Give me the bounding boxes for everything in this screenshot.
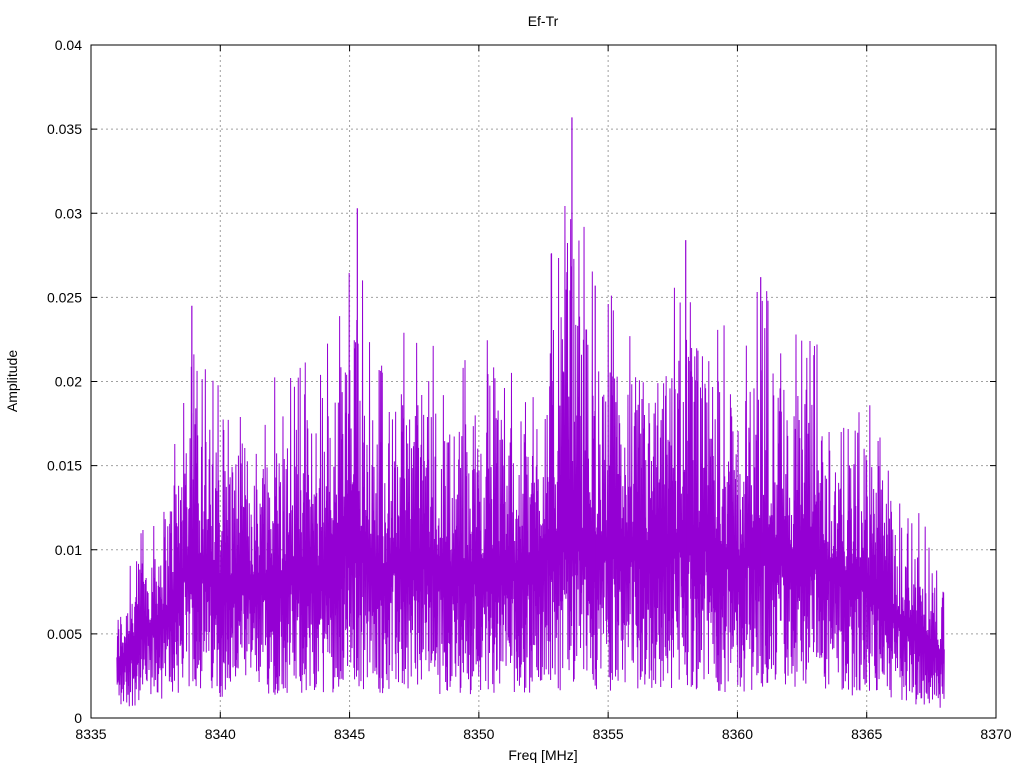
x-tick-label: 8350 bbox=[463, 726, 494, 742]
chart-title: Ef-Tr bbox=[528, 13, 559, 29]
x-tick-label: 8370 bbox=[980, 726, 1011, 742]
y-tick-label: 0.02 bbox=[55, 374, 82, 390]
y-tick-label: 0.015 bbox=[47, 458, 82, 474]
y-tick-label: 0 bbox=[74, 710, 82, 726]
y-tick-label: 0.03 bbox=[55, 205, 82, 221]
series-layer bbox=[116, 117, 945, 708]
y-tick-label: 0.005 bbox=[47, 626, 82, 642]
y-tick-label: 0.025 bbox=[47, 289, 82, 305]
x-tick-label: 8355 bbox=[593, 726, 624, 742]
x-tick-label: 8340 bbox=[205, 726, 236, 742]
spectrum-chart: Ef-Tr 8335 8340 8345 8350 8355 8360 8365 8370 0 0… bbox=[4, 13, 1012, 763]
y-axis-title: Amplitude bbox=[4, 350, 20, 412]
x-tick-label: 8360 bbox=[722, 726, 753, 742]
y-tick-label: 0.01 bbox=[55, 542, 82, 558]
x-axis-title: Freq [MHz] bbox=[508, 747, 577, 763]
x-tick-label: 8335 bbox=[75, 726, 106, 742]
y-tick-label: 0.04 bbox=[55, 37, 82, 53]
x-tick-label: 8345 bbox=[334, 726, 365, 742]
y-tick-label: 0.035 bbox=[47, 121, 82, 137]
x-tick-label: 8365 bbox=[851, 726, 882, 742]
spectrum-line bbox=[116, 206, 945, 708]
